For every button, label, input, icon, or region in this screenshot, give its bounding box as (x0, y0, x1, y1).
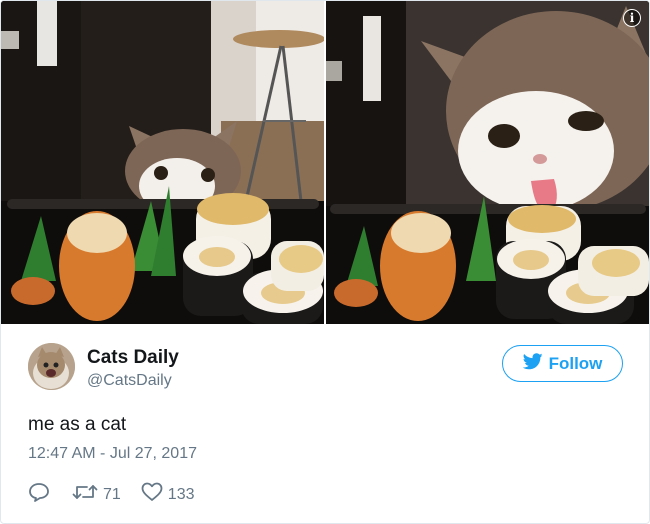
tweet-body: Cats Daily @CatsDaily Follow me as a cat… (1, 324, 649, 523)
heart-icon (141, 482, 163, 507)
follow-button[interactable]: Follow (502, 345, 623, 382)
twitter-bird-icon (522, 352, 543, 375)
avatar[interactable] (28, 343, 75, 390)
retweet-button[interactable]: 71 (72, 483, 121, 506)
embedded-tweet-card: i Cats Daily @CatsDaily Follow me as a c… (0, 0, 650, 524)
display-name[interactable]: Cats Daily (87, 347, 179, 369)
like-count: 133 (167, 485, 195, 503)
cat-licking-photo[interactable]: i (326, 1, 649, 324)
cat-peeking-photo[interactable] (1, 1, 324, 324)
info-icon[interactable]: i (623, 9, 641, 27)
reply-icon (28, 482, 50, 507)
tweet-actions: 71 133 (28, 482, 195, 507)
tweet-timestamp[interactable]: 12:47 AM - Jul 27, 2017 (28, 445, 197, 463)
tweet-media: i (1, 1, 649, 324)
follow-label: Follow (548, 353, 603, 373)
tweet-text: me as a cat (28, 414, 127, 435)
retweet-icon (72, 483, 98, 506)
like-button[interactable]: 133 (141, 482, 195, 507)
reply-button[interactable] (28, 482, 50, 507)
user-handle[interactable]: @CatsDaily (87, 372, 172, 390)
retweet-count: 71 (103, 485, 121, 503)
